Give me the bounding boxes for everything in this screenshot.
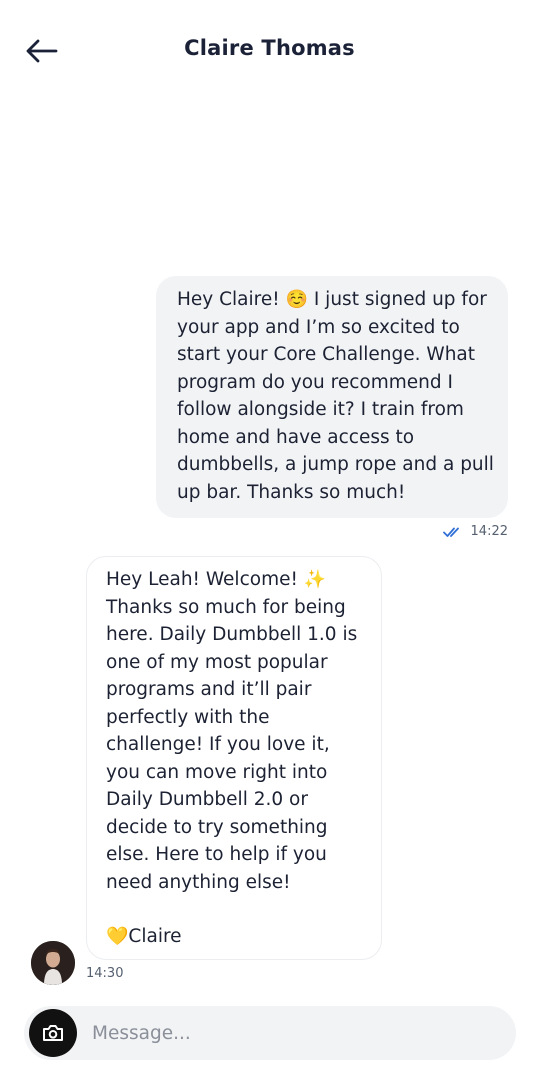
yellow-heart-emoji: 💛 bbox=[106, 926, 129, 947]
camera-icon bbox=[43, 1025, 63, 1041]
signature-text: Claire bbox=[128, 926, 182, 947]
sparkles-emoji: ✨ bbox=[303, 569, 327, 590]
camera-button[interactable] bbox=[29, 1009, 77, 1057]
chat-screen: Claire Thomas Hey Claire! ☺️ I just sign… bbox=[0, 0, 539, 1079]
chat-header: Claire Thomas bbox=[0, 0, 539, 100]
message-text: Hey Leah! Welcome! bbox=[106, 569, 304, 590]
double-check-icon bbox=[442, 527, 459, 537]
message-text: I just signed up for your app and I’m so… bbox=[177, 289, 494, 503]
message-text: Thanks so much for being here. Daily Dum… bbox=[106, 596, 358, 893]
message-input[interactable] bbox=[92, 1006, 502, 1060]
avatar[interactable] bbox=[31, 941, 75, 985]
message-text: Hey Claire! bbox=[177, 289, 286, 310]
incoming-message-time: 14:30 bbox=[86, 966, 124, 981]
message-body: Hey Leah! Welcome! ✨ Thanks so much for … bbox=[106, 566, 369, 896]
outgoing-message-meta: 14:22 bbox=[442, 524, 508, 539]
contact-name: Claire Thomas bbox=[184, 36, 355, 60]
message-composer bbox=[24, 1006, 516, 1060]
message-signature: 💛 Claire bbox=[106, 923, 369, 951]
incoming-message-bubble[interactable]: Hey Leah! Welcome! ✨ Thanks so much for … bbox=[86, 556, 382, 960]
avatar-image bbox=[31, 941, 75, 985]
smiling-emoji: ☺️ bbox=[285, 289, 308, 310]
message-time: 14:22 bbox=[470, 524, 508, 539]
outgoing-message-bubble[interactable]: Hey Claire! ☺️ I just signed up for your… bbox=[156, 276, 508, 518]
